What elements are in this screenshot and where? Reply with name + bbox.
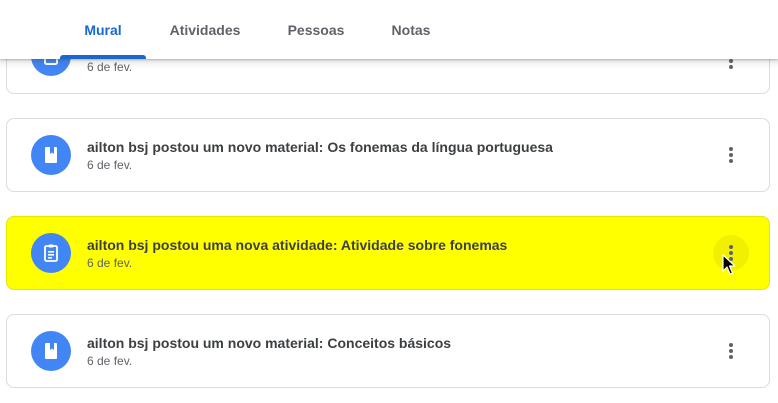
tab-pessoas[interactable]: Pessoas [276, 0, 356, 59]
post-avatar [31, 135, 71, 175]
post-date: 6 de fev. [87, 158, 133, 172]
book-icon [45, 147, 57, 163]
stream-post-card-highlighted[interactable]: ailton bsj postou uma nova atividade: At… [6, 216, 770, 290]
post-avatar [31, 331, 71, 371]
tab-label: Mural [84, 21, 122, 38]
tab-label: Atividades [169, 21, 241, 38]
more-vert-icon [729, 147, 733, 163]
post-title[interactable]: ailton bsj postou uma nova atividade: At… [87, 237, 507, 253]
post-more-options-button[interactable] [713, 333, 749, 369]
tab-atividades[interactable]: Atividades [158, 0, 252, 59]
top-navigation-bar: Mural Atividades Pessoas Notas [0, 0, 778, 59]
post-date: 6 de fev. [87, 354, 133, 368]
tab-label: Pessoas [287, 21, 345, 38]
classroom-stream-page: 6 de fev. ailton bsj postou um novo mate… [0, 0, 778, 403]
stream-post-card[interactable]: ailton bsj postou um novo material: Conc… [6, 314, 770, 388]
post-title[interactable]: ailton bsj postou um novo material: Os f… [87, 139, 553, 155]
post-more-options-button[interactable] [713, 235, 749, 271]
tab-notas[interactable]: Notas [380, 0, 442, 59]
post-more-options-button[interactable] [713, 137, 749, 173]
book-icon [45, 343, 57, 359]
more-vert-icon [729, 343, 733, 359]
post-avatar [31, 233, 71, 273]
active-tab-indicator [60, 55, 146, 59]
post-date: 6 de fev. [87, 256, 133, 270]
post-title[interactable]: ailton bsj postou um novo material: Conc… [87, 335, 451, 351]
more-vert-icon [729, 245, 733, 261]
tab-label: Notas [391, 21, 431, 38]
stream-post-card[interactable]: ailton bsj postou um novo material: Os f… [6, 118, 770, 192]
post-date: 6 de fev. [87, 60, 133, 74]
assignment-icon [44, 244, 58, 262]
tab-mural[interactable]: Mural [60, 0, 146, 59]
